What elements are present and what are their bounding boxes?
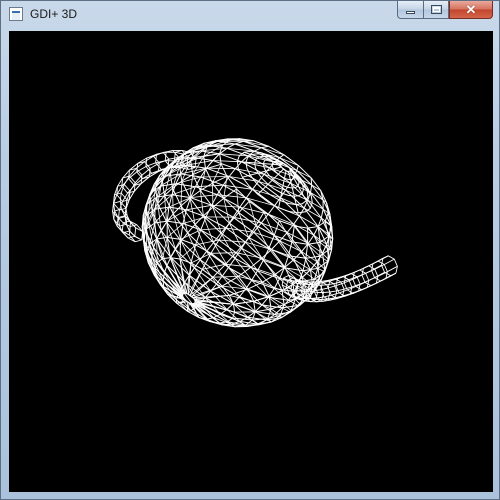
minimize-button[interactable] [397,1,423,19]
app-window: GDI+ 3D ✕ [0,0,500,500]
window-title: GDI+ 3D [30,7,78,21]
window-controls: ✕ [397,1,493,20]
window-app-icon[interactable] [9,7,23,21]
maximize-button[interactable] [423,1,449,19]
minimize-icon [406,11,415,14]
maximize-icon [431,5,442,14]
teapot-wireframe [112,138,398,328]
close-button[interactable]: ✕ [449,1,493,19]
title-bar[interactable]: GDI+ 3D ✕ [1,1,499,28]
close-icon: ✕ [465,2,477,17]
render-canvas[interactable] [9,31,493,492]
